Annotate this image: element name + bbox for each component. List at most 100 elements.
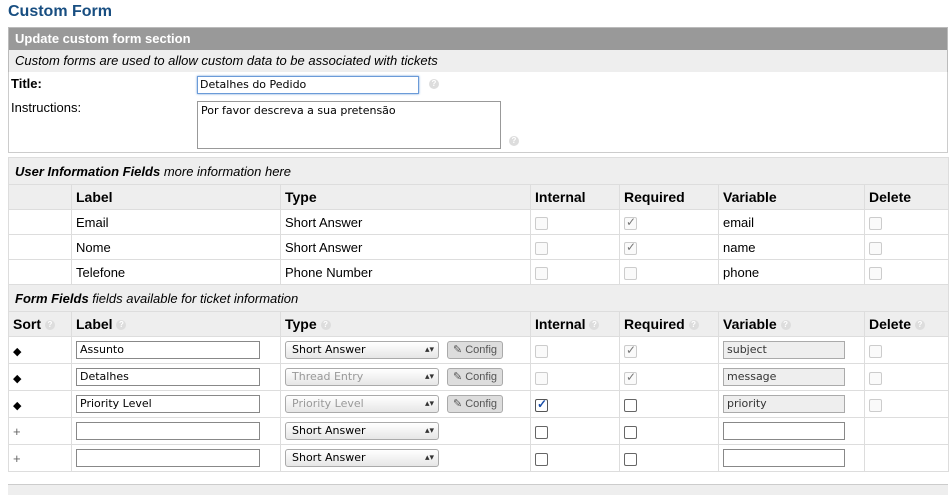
table-row: ◆ Assunto Short Answer ▴▾ ✎ Config ✓ subje… [8,336,950,364]
column-header-variable: Variable [723,316,777,332]
page-title: Custom Form [8,3,112,20]
label-input[interactable]: Assunto [76,341,260,359]
variable-input[interactable] [723,422,845,440]
fields-table: User Information Fields more information… [7,157,950,472]
question-icon[interactable]: ? [44,320,55,331]
required-checkbox[interactable] [624,398,637,412]
title-input[interactable]: Detalhes do Pedido [197,76,419,94]
column-header-required: Required [624,316,685,332]
internal-checkbox[interactable] [535,425,548,439]
user-info-heading: User Information Fields [15,163,161,179]
type-select[interactable]: Short Answer ▴▾ [285,449,439,467]
variable-input[interactable] [723,449,845,467]
question-icon[interactable]: ? [429,79,439,89]
config-button[interactable]: ✎ Config [447,395,503,413]
required-checkbox [624,266,637,280]
column-header-delete: Delete [869,316,912,332]
field-variable: email [718,209,865,235]
label-input[interactable]: Detalhes [76,368,260,386]
user-info-header-row: Label Type Internal Required Variable De… [8,184,950,210]
sort-handle-icon[interactable]: ◆ [13,373,21,385]
column-header-internal: Internal [530,184,620,210]
column-header-internal: Internal [535,316,586,332]
type-select: Thread Entry ▴▾ [285,368,439,386]
question-icon[interactable]: ? [116,320,127,331]
instructions-textarea[interactable]: Por favor descreva a sua pretensão [197,101,501,149]
column-header-sort: Sort [13,316,41,332]
form-fields-header-row: Sort ? Label ? Type ? Internal ? Require… [8,311,950,337]
field-label: Email [71,209,281,235]
required-checkbox: ✓ [624,342,637,358]
question-icon[interactable]: ? [589,320,600,331]
new-field-row: + Short Answer ▴▾ [8,417,950,445]
required-checkbox: ✓ [624,214,637,230]
field-type: Short Answer [280,234,531,260]
column-header-type: Type [280,184,531,210]
column-header-label: Label [76,316,113,332]
field-label: Nome [71,234,281,260]
question-icon[interactable]: ? [780,320,791,331]
plus-icon: + [13,450,21,466]
plus-icon: + [13,423,21,439]
delete-checkbox [869,216,882,230]
config-button[interactable]: ✎ Config [447,341,503,359]
question-icon[interactable]: ? [320,320,331,331]
new-field-row: + Short Answer ▴▾ [8,444,950,472]
internal-checkbox[interactable] [535,452,548,466]
column-header-required: Required [619,184,719,210]
form-fields-subheader: Form Fields fields available for ticket … [7,284,950,312]
label-input[interactable] [76,422,260,440]
column-header-type: Type [285,316,317,332]
column-header-delete: Delete [863,184,950,210]
internal-checkbox[interactable]: ✓ [535,397,548,412]
table-row: ◆ Priority Level Priority Level ▴▾ ✎ Confi… [8,390,950,418]
table-row: Nome Short Answer ✓ name [8,234,950,260]
question-icon[interactable]: ? [688,320,699,331]
field-type: Phone Number [280,259,531,285]
title-row: Title: Detalhes do Pedido ? [8,72,948,96]
table-row: ◆ Detalhes Thread Entry ▴▾ ✎ Config ✓ mess… [8,363,950,391]
field-variable: name [718,234,865,260]
column-header-label: Label [71,184,281,210]
delete-checkbox [869,398,882,412]
variable-input: priority [723,395,845,413]
question-icon[interactable]: ? [509,136,519,146]
type-select[interactable]: Short Answer ▴▾ [285,422,439,440]
instructions-label: Instructions: [11,100,82,115]
user-info-subheader: User Information Fields more information… [7,157,950,185]
field-variable: phone [718,259,865,285]
type-select: Priority Level ▴▾ [285,395,439,413]
title-label: Title: [11,76,42,91]
table-row: Email Short Answer ✓ email [8,209,950,235]
delete-checkbox [869,266,882,280]
required-checkbox: ✓ [624,369,637,385]
sort-handle-icon[interactable]: ◆ [13,400,21,412]
form-fields-heading: Form Fields [15,290,89,306]
column-header-variable: Variable [718,184,865,210]
sort-handle-icon[interactable]: ◆ [13,346,21,358]
variable-input: message [723,368,845,386]
internal-checkbox [535,241,548,255]
internal-checkbox [535,266,548,280]
user-info-note: more information here [160,163,291,179]
internal-checkbox [535,216,548,230]
internal-checkbox [535,371,548,385]
section-header: Update custom form section [8,27,948,50]
section-description: Custom forms are used to allow custom da… [8,50,948,72]
instructions-row: Instructions: Por favor descreva a sua p… [8,96,948,153]
form-fields-note: fields available for ticket information [88,290,299,306]
label-input[interactable]: Priority Level [76,395,260,413]
field-type: Short Answer [280,209,531,235]
table-row: Telefone Phone Number phone [8,259,950,285]
label-input[interactable] [76,449,260,467]
required-checkbox[interactable] [624,452,637,466]
delete-checkbox [869,344,882,358]
internal-checkbox [535,344,548,358]
question-icon[interactable]: ? [914,320,925,331]
delete-checkbox [869,371,882,385]
required-checkbox[interactable] [624,425,637,439]
type-select[interactable]: Short Answer ▴▾ [285,341,439,359]
required-checkbox: ✓ [624,239,637,255]
config-button[interactable]: ✎ Config [447,368,503,386]
delete-checkbox [869,241,882,255]
